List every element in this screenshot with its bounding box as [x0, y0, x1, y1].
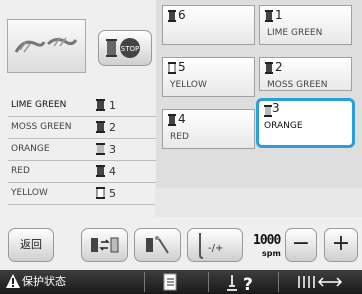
list-item-name: RED [11, 166, 30, 176]
grid-cell-number: 4 [178, 112, 186, 126]
list-item-number: 2 [109, 121, 116, 134]
list-item-number: 3 [109, 143, 116, 156]
list-item[interactable]: MOSS GREEN 2 [8, 117, 156, 139]
grid-cell-number: 2 [275, 60, 283, 74]
grid-cell[interactable]: 5 YELLOW [162, 57, 255, 97]
sort-button[interactable] [81, 228, 128, 262]
spool-needle-icon [146, 236, 169, 254]
needle-speed-icon: -/+ [199, 233, 223, 259]
spool-dark-icon [96, 165, 105, 177]
grid-cell[interactable]: 4 RED [162, 109, 255, 149]
grid-cell-number: 5 [178, 60, 186, 74]
grid-cell-name: LIME GREEN [267, 28, 323, 38]
list-item-name: YELLOW [11, 188, 48, 198]
list-item[interactable]: ORANGE 3 [8, 139, 156, 161]
list-item-name: LIME GREEN [11, 100, 67, 110]
document-icon[interactable] [162, 273, 178, 291]
back-button[interactable]: 返回 [8, 228, 54, 262]
grid-cell-name: YELLOW [170, 80, 207, 90]
list-item-name: MOSS GREEN [11, 122, 72, 132]
grid-cell-name: ORANGE [264, 121, 303, 131]
grid-cell[interactable]: 6 [162, 5, 255, 45]
list-item-number: 4 [109, 165, 116, 178]
list-item[interactable]: YELLOW 5 [8, 183, 156, 205]
svg-text:-/+: -/+ [208, 243, 223, 254]
protect-status-label[interactable]: 保护状态 [22, 273, 66, 291]
speed-increase-button[interactable]: + [324, 228, 358, 262]
help-icon[interactable]: ? [226, 273, 260, 293]
needle-position-icon[interactable] [296, 273, 346, 291]
speed-decrease-button[interactable]: − [285, 228, 317, 262]
list-item[interactable]: LIME GREEN 1 [8, 95, 156, 117]
grid-cell-number: 6 [178, 8, 186, 22]
stop-spool-icon: STOP [106, 38, 140, 58]
thread-grid: 6 1 LIME GREEN 5 YELLOW 2 MOSS GREEN 4 R… [156, 0, 362, 188]
stop-spool-button[interactable]: STOP [98, 30, 152, 66]
grid-cell[interactable]: 2 MOSS GREEN [259, 57, 352, 91]
footer-divider [208, 272, 209, 292]
footer-divider [144, 272, 145, 292]
pattern-thumbnail-icon [14, 37, 78, 53]
spool-dark-icon [96, 121, 105, 133]
grid-cell-name: RED [170, 132, 189, 142]
grid-cell-name: MOSS GREEN [267, 80, 328, 90]
warning-icon [6, 274, 20, 288]
spool-dark-icon [96, 99, 105, 111]
spool-light-icon [96, 143, 105, 155]
spool-dark-icon [168, 114, 176, 126]
stop-label: STOP [121, 45, 139, 53]
speed-unit: spm [262, 249, 281, 258]
grid-cell[interactable]: 1 LIME GREEN [259, 5, 352, 45]
monochrome-button[interactable] [134, 228, 181, 262]
list-item-name: ORANGE [11, 144, 50, 154]
spool-dark-icon [265, 10, 273, 22]
grid-cell-number: 3 [272, 101, 280, 115]
spool-empty-icon [96, 187, 105, 199]
svg-text:?: ? [243, 275, 253, 293]
list-item[interactable]: RED 4 [8, 161, 156, 183]
list-item-number: 1 [109, 99, 116, 112]
grid-cell-selected[interactable]: 3 ORANGE [256, 98, 355, 148]
grid-cell-number: 1 [275, 8, 283, 22]
thread-color-list: LIME GREEN 1 MOSS GREEN 2 ORANGE 3 RED 4… [8, 95, 156, 205]
list-item-number: 5 [109, 187, 116, 200]
swap-spools-icon [91, 237, 119, 253]
spool-empty-icon [168, 62, 176, 74]
spool-dark-icon [168, 10, 176, 22]
speed-value: 1000 [253, 233, 281, 248]
spool-dark-icon [265, 62, 273, 74]
spool-light-icon [264, 105, 272, 117]
pattern-preview [7, 19, 86, 73]
speed-adjust-button[interactable]: -/+ [187, 228, 243, 262]
footer-divider [278, 272, 279, 292]
grid-scroll-area[interactable] [155, 188, 362, 217]
